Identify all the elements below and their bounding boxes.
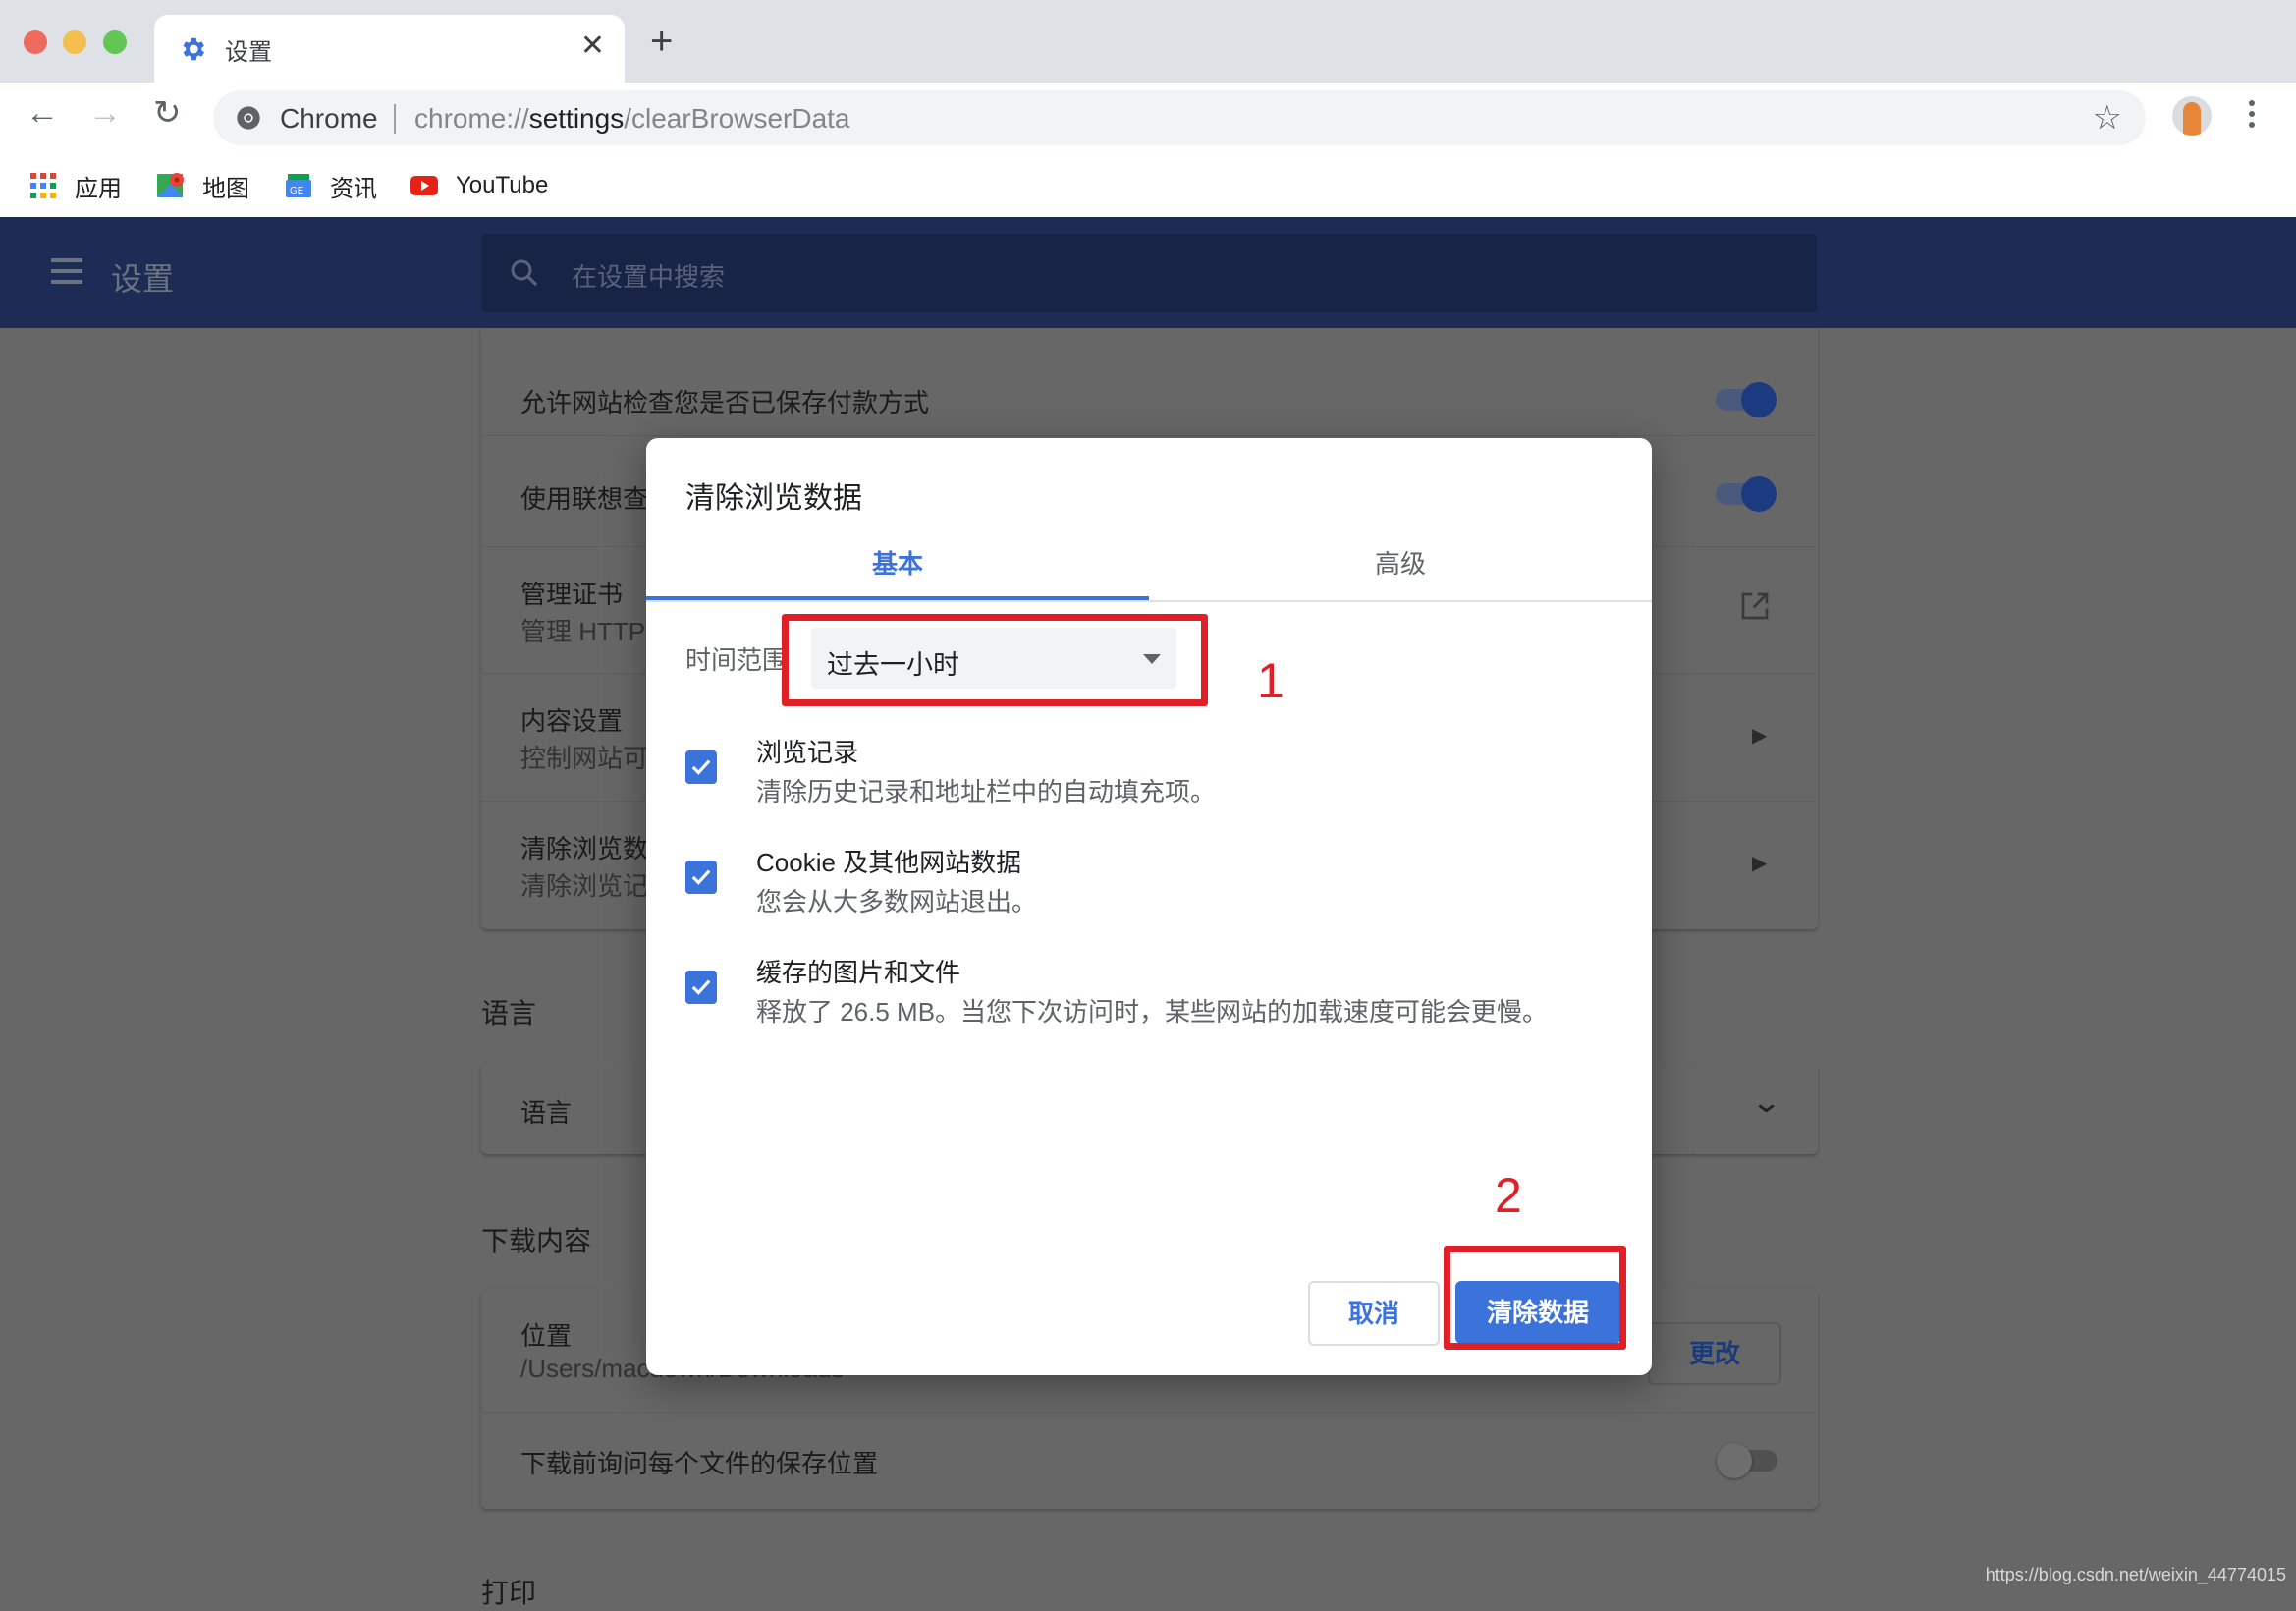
- maximize-window-button[interactable]: [103, 30, 127, 54]
- url-text[interactable]: chrome://settings/clearBrowserData: [414, 103, 850, 135]
- menu-icon[interactable]: [51, 258, 82, 291]
- clear-browsing-data-dialog: 清除浏览数据 基本 高级 时间范围 过去一小时 浏览记录 清除历史记录和地址栏中…: [646, 438, 1652, 1375]
- section-heading-language: 语言: [481, 998, 537, 1028]
- external-link-icon[interactable]: [1739, 590, 1771, 622]
- bookmark-label: 地图: [202, 175, 249, 202]
- reload-icon[interactable]: ↻: [153, 96, 182, 130]
- annotation-number-2: 2: [1495, 1168, 1522, 1223]
- url-host: settings: [528, 103, 625, 134]
- item-subtitle: 清除历史记录和地址栏中的自动填充项。: [756, 777, 1217, 806]
- minimize-window-button[interactable]: [63, 30, 86, 54]
- checkbox-cookies[interactable]: [685, 861, 717, 894]
- omnibox-separator: [394, 104, 396, 134]
- settings-title: 设置: [111, 261, 175, 297]
- back-icon[interactable]: ←: [26, 96, 59, 130]
- settings-search-input[interactable]: 在设置中搜索: [481, 234, 1817, 312]
- url-path: /clearBrowserData: [624, 103, 850, 134]
- avatar-person-icon: [2183, 102, 2201, 136]
- checkmark-icon: [691, 759, 711, 775]
- toggle-switch[interactable]: [1716, 382, 1777, 417]
- chrome-icon: [237, 106, 260, 130]
- search-icon: [511, 259, 538, 287]
- tab-strip: 设置 ✕ +: [0, 0, 2296, 83]
- bookmark-label: 应用: [75, 175, 122, 202]
- row-title: 语言: [520, 1098, 573, 1128]
- active-tab-indicator: [646, 596, 1149, 600]
- annotation-number-1: 1: [1257, 653, 1285, 708]
- cancel-button[interactable]: 取消: [1308, 1281, 1440, 1346]
- change-location-button[interactable]: 更改: [1648, 1322, 1781, 1385]
- apps-grid-icon: [30, 173, 56, 198]
- item-title: Cookie 及其他网站数据: [756, 848, 1022, 877]
- close-tab-icon[interactable]: ✕: [580, 28, 605, 63]
- bookmarks-bar: 应用 地图 GE 资讯 YouTube: [0, 154, 2296, 217]
- bookmark-youtube[interactable]: YouTube: [410, 166, 548, 205]
- row-title: 下载前询问每个文件的保存位置: [520, 1449, 879, 1478]
- bookmark-apps[interactable]: 应用: [29, 166, 122, 205]
- row-title: 位置: [520, 1321, 573, 1351]
- checkbox-browsing-history[interactable]: [685, 750, 717, 784]
- bookmark-news[interactable]: GE 资讯: [285, 166, 377, 205]
- bookmark-star-icon[interactable]: ☆: [2093, 98, 2122, 138]
- annotation-box-time-range: [782, 614, 1208, 706]
- search-placeholder: 在设置中搜索: [572, 262, 726, 292]
- site-label: Chrome: [280, 103, 378, 134]
- section-heading-print: 打印: [481, 1578, 537, 1608]
- toggle-switch[interactable]: [1717, 1443, 1777, 1478]
- time-range-label: 时间范围: [685, 645, 789, 675]
- watermark: https://blog.csdn.net/weixin_44774015: [1985, 1565, 2286, 1584]
- youtube-icon: [410, 176, 438, 195]
- arrow-right-icon: ▶: [1752, 725, 1768, 747]
- news-icon: GE: [286, 174, 311, 197]
- settings-row[interactable]: 允许网站检查您是否已保存付款方式: [481, 328, 1818, 424]
- close-window-button[interactable]: [24, 30, 47, 54]
- tab-basic[interactable]: 基本: [646, 544, 1149, 581]
- maps-icon: [157, 173, 184, 197]
- tab-divider: [646, 600, 1652, 602]
- bookmark-label: YouTube: [456, 172, 549, 198]
- svg-text:GE: GE: [290, 186, 304, 196]
- item-subtitle: 释放了 26.5 MB。当您下次访问时，某些网站的加载速度可能会更慢。: [756, 997, 1549, 1027]
- item-title: 浏览记录: [756, 738, 859, 767]
- profile-avatar[interactable]: [2172, 96, 2212, 136]
- bookmark-label: 资讯: [330, 175, 377, 202]
- forward-icon[interactable]: →: [88, 96, 122, 130]
- checkmark-icon: [691, 979, 711, 995]
- dialog-title: 清除浏览数据: [685, 482, 862, 515]
- settings-row[interactable]: 下载前询问每个文件的保存位置: [481, 1412, 1818, 1510]
- bookmark-maps[interactable]: 地图: [157, 166, 249, 205]
- row-title: 允许网站检查您是否已保存付款方式: [520, 388, 930, 417]
- row-title: 内容设置: [520, 706, 624, 736]
- item-subtitle: 您会从大多数网站退出。: [756, 887, 1038, 917]
- chevron-down-icon[interactable]: ⌄: [1750, 1085, 1782, 1120]
- tab-title: 设置: [225, 39, 272, 66]
- tab-advanced[interactable]: 高级: [1149, 544, 1652, 581]
- section-heading-downloads: 下载内容: [481, 1226, 592, 1256]
- checkbox-cache[interactable]: [685, 971, 717, 1004]
- new-tab-button[interactable]: +: [650, 22, 673, 61]
- item-title: 缓存的图片和文件: [756, 958, 961, 987]
- annotation-box-clear-button: [1444, 1246, 1626, 1350]
- more-menu-icon[interactable]: [2249, 100, 2255, 128]
- gear-icon: [183, 37, 204, 61]
- tab-settings[interactable]: 设置 ✕: [154, 15, 625, 83]
- address-bar[interactable]: Chrome chrome://settings/clearBrowserDat…: [213, 90, 2146, 145]
- settings-header: 设置 在设置中搜索: [0, 217, 2296, 328]
- arrow-right-icon: ▶: [1752, 853, 1768, 874]
- row-title: 管理证书: [520, 580, 624, 609]
- toolbar: ← → ↻ Chrome chrome://settings/clearBrow…: [0, 83, 2296, 154]
- checkmark-icon: [691, 869, 711, 885]
- url-scheme: chrome://: [414, 103, 529, 134]
- toggle-switch[interactable]: [1716, 476, 1777, 512]
